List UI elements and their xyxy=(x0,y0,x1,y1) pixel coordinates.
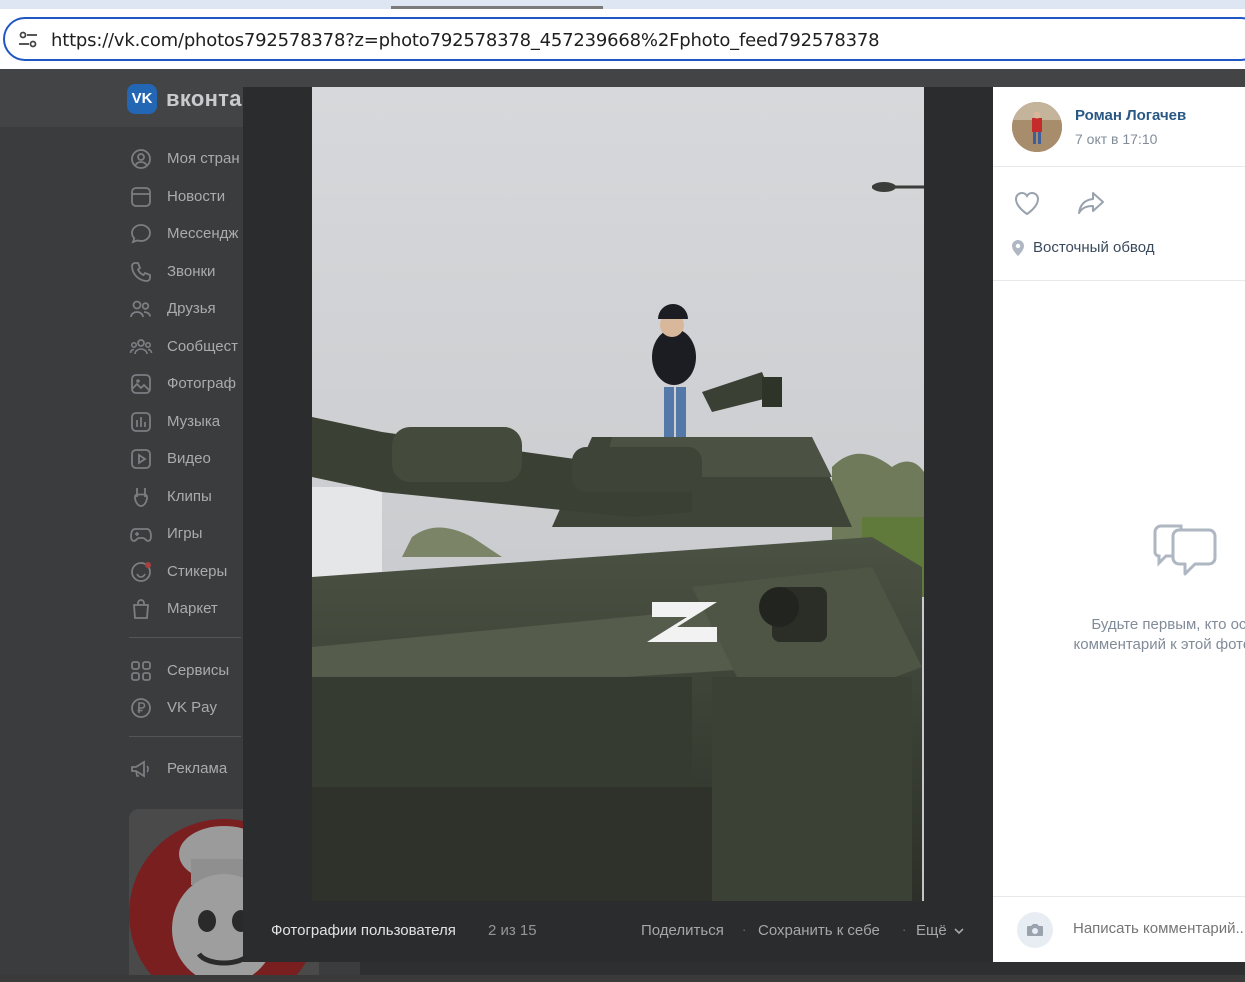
nav-label: Мессендж xyxy=(167,225,239,242)
profile-icon xyxy=(131,149,151,169)
nav-item-vkpay[interactable]: VK Pay xyxy=(129,693,249,723)
friends-icon xyxy=(130,300,151,318)
nav-label: Фотограф xyxy=(167,375,236,392)
nav-item-my-page[interactable]: Моя стран xyxy=(129,144,249,174)
avatar-image xyxy=(1012,102,1062,152)
nav-item-video[interactable]: Видео xyxy=(129,444,249,474)
nav-label: Маркет xyxy=(167,600,218,617)
nav-item-services[interactable]: Сервисы xyxy=(129,656,249,686)
separator-dot: · xyxy=(902,922,907,937)
nav-label: Видео xyxy=(167,450,211,467)
nav-item-photos[interactable]: Фотограф xyxy=(129,369,249,399)
viewer-footer: Фотографии пользователя 2 из 15 Поделить… xyxy=(243,901,993,962)
nav-divider xyxy=(129,736,241,737)
nav-label: Игры xyxy=(167,525,203,542)
tab-strip xyxy=(0,0,1245,9)
nav-item-news[interactable]: Новости xyxy=(129,182,249,212)
vk-brand-text: вконта xyxy=(166,86,242,111)
clips-icon xyxy=(134,488,148,507)
nav-label: Новости xyxy=(167,188,226,205)
nav-label: VK Pay xyxy=(167,699,218,716)
nav-item-games[interactable]: Игры xyxy=(129,519,249,549)
nav-label: Сервисы xyxy=(167,662,230,679)
news-icon xyxy=(131,187,151,207)
nav-item-stickers[interactable]: Стикеры xyxy=(129,557,249,587)
window-bottom-edge xyxy=(0,975,1245,982)
author-avatar[interactable] xyxy=(1012,102,1062,152)
save-button[interactable]: Сохранить к себе xyxy=(758,922,880,939)
video-icon xyxy=(131,449,151,469)
share-button[interactable]: Поделиться xyxy=(641,922,724,939)
browser-toolbar: https://vk.com/photos792578378?z=photo79… xyxy=(0,9,1245,69)
author-name[interactable]: Роман Логачев xyxy=(1075,107,1186,124)
url-text[interactable]: https://vk.com/photos792578378?z=photo79… xyxy=(51,30,880,51)
nav-item-calls[interactable]: Звонки xyxy=(129,257,249,287)
communities-icon xyxy=(129,339,153,355)
comment-input[interactable] xyxy=(1073,920,1245,937)
location-label: Восточный обвод xyxy=(1033,239,1155,256)
services-icon xyxy=(131,661,151,681)
photos-icon xyxy=(131,374,151,394)
post-date[interactable]: 7 окт в 17:10 xyxy=(1075,131,1157,147)
camera-icon xyxy=(1027,924,1043,936)
nav-item-market[interactable]: Маркет xyxy=(129,594,249,624)
nav-item-communities[interactable]: Сообщест xyxy=(129,332,249,362)
nav-item-clips[interactable]: Клипы xyxy=(129,482,249,512)
location-pin-icon xyxy=(1012,240,1024,256)
nav-item-ads[interactable]: Реклама xyxy=(129,754,249,784)
tank-photo-illustration xyxy=(312,87,924,901)
more-button-label: Ещё xyxy=(916,922,947,939)
more-button[interactable]: Ещё xyxy=(916,922,964,939)
phone-icon xyxy=(131,262,151,282)
market-icon xyxy=(133,599,149,619)
ads-icon xyxy=(131,760,149,778)
nav-item-friends[interactable]: Друзья xyxy=(129,294,249,324)
address-bar[interactable]: https://vk.com/photos792578378?z=photo79… xyxy=(3,17,1245,61)
separator-dot: · xyxy=(742,922,747,937)
music-icon xyxy=(131,412,151,432)
vkpay-icon xyxy=(131,698,151,718)
comment-composer xyxy=(993,896,1245,962)
site-settings-icon[interactable] xyxy=(17,30,39,50)
nav-label: Музыка xyxy=(167,413,221,430)
like-icon[interactable] xyxy=(1011,187,1043,219)
empty-comments-text: Будьте первым, кто оставит комментарий к… xyxy=(1073,616,1245,653)
share-icon[interactable] xyxy=(1075,187,1107,219)
nav-label: Моя стран xyxy=(167,150,240,167)
nav-label: Друзья xyxy=(167,300,216,317)
nav-label: Реклама xyxy=(167,760,228,777)
vk-logo[interactable]: VK xyxy=(127,84,157,114)
nav-label: Стикеры xyxy=(167,563,228,580)
stickers-icon xyxy=(131,562,151,582)
photo-viewer: Фотографии пользователя 2 из 15 Поделить… xyxy=(243,87,993,962)
photo-counter: 2 из 15 xyxy=(488,922,537,939)
chevron-down-icon xyxy=(954,928,964,935)
nav-label: Сообщест xyxy=(167,338,238,355)
comments-empty-icon xyxy=(1153,524,1217,576)
nav-label: Клипы xyxy=(167,488,212,505)
nav-label: Звонки xyxy=(167,263,216,280)
games-icon xyxy=(130,528,152,542)
panel-divider xyxy=(993,280,1245,281)
nav-item-messenger[interactable]: Мессендж xyxy=(129,219,249,249)
nav-divider xyxy=(129,637,241,638)
attach-photo-button[interactable] xyxy=(1017,912,1053,948)
album-title-link[interactable]: Фотографии пользователя xyxy=(271,922,456,939)
photo[interactable] xyxy=(312,87,924,901)
messenger-icon xyxy=(131,224,151,244)
photo-info-panel: Роман Логачев 7 окт в 17:10 Восточный об… xyxy=(993,87,1245,962)
nav-item-music[interactable]: Музыка xyxy=(129,407,249,437)
author-header: Роман Логачев 7 окт в 17:10 xyxy=(993,87,1245,167)
